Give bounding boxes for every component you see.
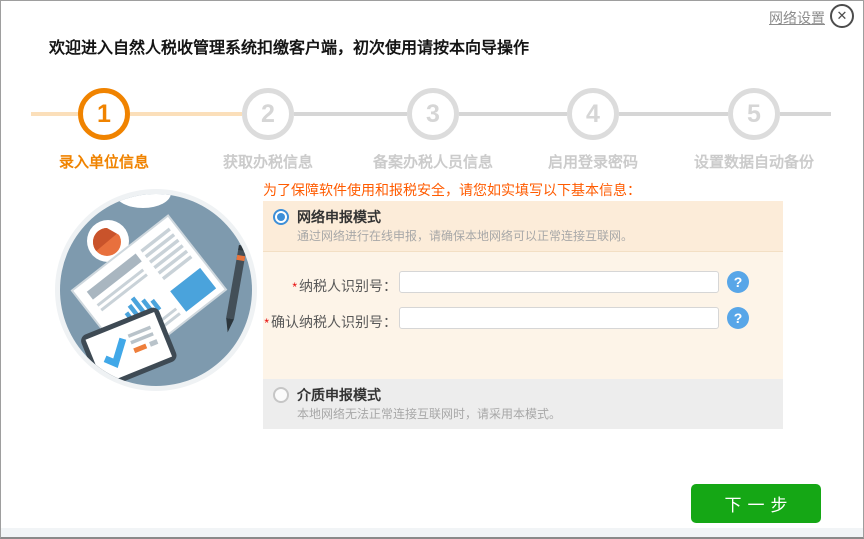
progress-line-segment xyxy=(31,112,78,116)
required-mark: * xyxy=(264,316,269,330)
network-mode-radio[interactable] xyxy=(273,209,289,225)
confirm-taxpayer-id-help-icon[interactable]: ? xyxy=(727,307,749,329)
media-mode-radio[interactable] xyxy=(273,387,289,403)
progress-line-segment xyxy=(780,112,831,116)
network-mode-panel: 网络申报模式 通过网络进行在线申报，请确保本地网络可以正常连接互联网。 xyxy=(263,201,783,251)
wizard-window: 网络设置 ✕ 欢迎进入自然人税收管理系统扣缴客户端，初次使用请按本向导操作 1 … xyxy=(0,0,864,539)
progress-line-segment xyxy=(294,112,407,116)
progress-line-segment xyxy=(619,112,728,116)
media-mode-description: 本地网络无法正常连接互联网时，请采用本模式。 xyxy=(297,405,561,422)
security-notice: 为了保障软件使用和报税安全，请您如实填写以下基本信息： xyxy=(263,180,641,200)
network-mode-description: 通过网络进行在线申报，请确保本地网络可以正常连接互联网。 xyxy=(297,227,633,244)
taxpayer-id-input[interactable] xyxy=(399,271,719,293)
step-circle-5: 5 xyxy=(728,88,780,140)
progress-line-segment xyxy=(130,112,242,116)
confirm-taxpayer-id-label: *确认纳税人识别号： xyxy=(237,312,397,332)
network-mode-label: 网络申报模式 xyxy=(297,207,381,227)
page-title: 欢迎进入自然人税收管理系统扣缴客户端，初次使用请按本向导操作 xyxy=(49,34,529,58)
window-bottom-strip xyxy=(1,528,863,537)
intro-illustration xyxy=(53,187,259,393)
next-step-button[interactable]: 下一步 xyxy=(691,484,821,523)
step-label-5: 设置数据自动备份 xyxy=(654,151,854,172)
network-settings-link[interactable]: 网络设置 xyxy=(769,8,825,28)
media-mode-label: 介质申报模式 xyxy=(297,385,381,405)
step-circle-4: 4 xyxy=(567,88,619,140)
progress-line-segment xyxy=(459,112,567,116)
taxpayer-id-help-icon[interactable]: ? xyxy=(727,271,749,293)
step-circle-2: 2 xyxy=(242,88,294,140)
step-circle-3: 3 xyxy=(407,88,459,140)
media-mode-panel: 介质申报模式 本地网络无法正常连接互联网时，请采用本模式。 xyxy=(263,379,783,429)
close-icon: ✕ xyxy=(837,8,848,23)
close-button[interactable]: ✕ xyxy=(830,4,854,28)
taxpayer-id-label: *纳税人识别号： xyxy=(237,276,397,296)
step-circle-1: 1 xyxy=(78,88,130,140)
confirm-taxpayer-id-input[interactable] xyxy=(399,307,719,329)
required-mark: * xyxy=(292,280,297,294)
